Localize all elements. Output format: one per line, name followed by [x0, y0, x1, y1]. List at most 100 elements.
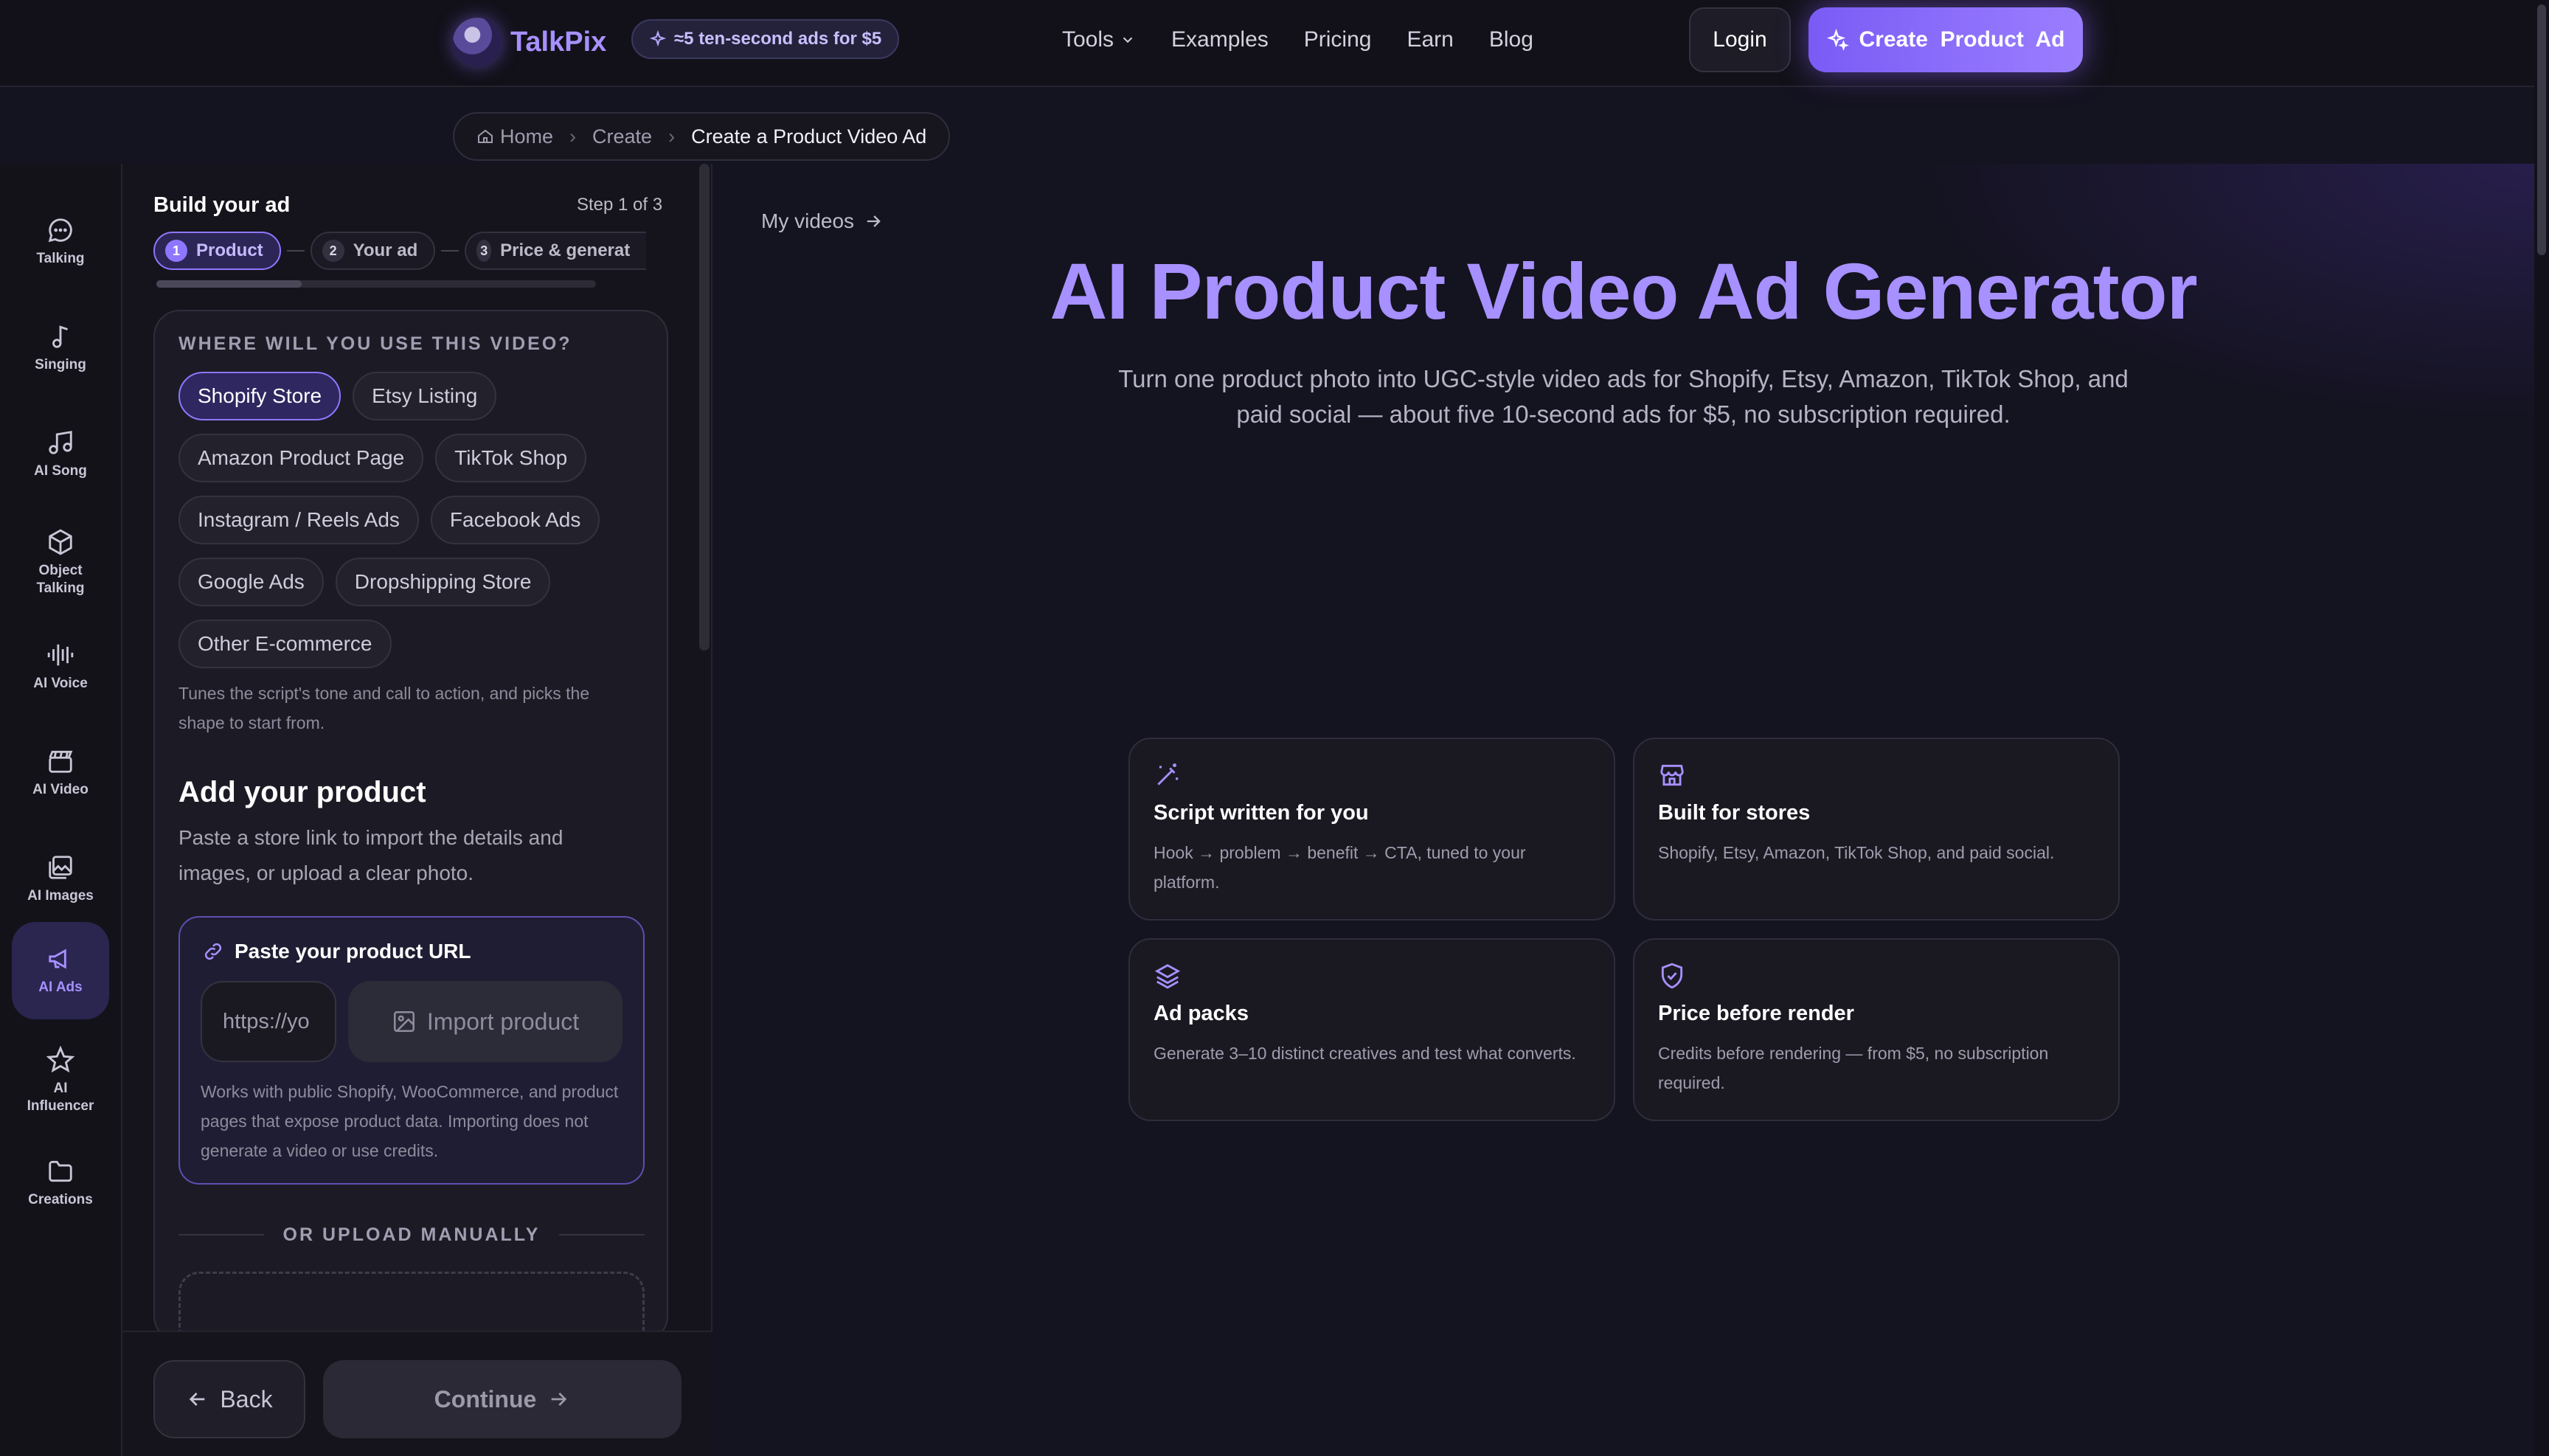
storefront-icon: [1660, 764, 1684, 786]
star-icon: [46, 1046, 74, 1073]
sidebar-item-object-talking[interactable]: Object Talking: [12, 507, 109, 618]
step-label: Your ad: [353, 240, 418, 260]
nav-link-examples[interactable]: Examples: [1171, 27, 1269, 52]
create-product-ad-label: Create Product Ad: [1859, 27, 2065, 52]
product-url-note: Works with public Shopify, WooCommerce, …: [201, 1082, 619, 1160]
nav-link-pricing[interactable]: Pricing: [1304, 27, 1372, 52]
or-upload-label: OR UPLOAD MANUALLY: [282, 1224, 541, 1245]
sidebar-item-label: AI Song: [34, 463, 87, 479]
step-connector: [286, 250, 305, 252]
feature-body: Shopify, Etsy, Amazon, TikTok Shop, and …: [1658, 843, 2055, 862]
chip-other-ecommerce[interactable]: Other E-commerce: [178, 620, 392, 668]
login-button[interactable]: Login: [1689, 7, 1791, 72]
stepper: 1 Product 2 Your ad 3 Price & generat: [153, 232, 647, 270]
breadcrumb-create[interactable]: Create: [592, 125, 652, 148]
builder-title: Build your ad: [153, 193, 291, 217]
cube-icon: [49, 529, 72, 555]
step-number: 2: [322, 240, 344, 262]
or-upload-divider: OR UPLOAD MANUALLY: [178, 1220, 645, 1249]
chip-google-ads[interactable]: Google Ads: [178, 558, 324, 606]
nav-link-label: Tools: [1062, 27, 1114, 52]
continue-label: Continue: [434, 1385, 537, 1412]
step-progress-bar: [156, 280, 596, 288]
sidebar-item-ai-influencer[interactable]: AI Influencer: [12, 1025, 109, 1136]
back-button[interactable]: Back: [153, 1360, 305, 1438]
builder-scrollbar-thumb[interactable]: [699, 164, 710, 651]
sidebar-item-ai-video[interactable]: AI Video: [12, 724, 109, 822]
top-navbar: TalkPix ≈5 ten-second ads for $5 Tools E…: [0, 0, 2549, 87]
create-product-ad-button[interactable]: Create Product Ad: [1808, 7, 2083, 72]
page-title: AI Product Video Ad Generator: [1050, 246, 2197, 336]
feature-title: Ad packs: [1154, 1002, 1249, 1025]
brand-name: TalkPix: [510, 26, 607, 58]
sidebar-item-talking[interactable]: Talking: [12, 193, 109, 291]
arrow-right-icon: [551, 1393, 567, 1406]
sidebar-item-label: Talking: [36, 251, 85, 267]
magic-wand-icon: [1157, 763, 1179, 786]
breadcrumb-separator: ›: [569, 125, 577, 148]
sidebar-item-label: AI Influencer: [27, 1081, 94, 1114]
product-url-box: Paste your product URL https://yo Import…: [178, 916, 645, 1185]
add-product-subtitle: Paste a store link to import the details…: [178, 826, 563, 884]
chat-bubble-icon: [48, 218, 72, 243]
shield-check-icon: [1661, 963, 1683, 989]
breadcrumb: Home › Create › Create a Product Video A…: [453, 112, 951, 161]
breadcrumb-home[interactable]: Home: [500, 125, 553, 148]
brand-logo[interactable]: TalkPix: [453, 18, 606, 66]
feature-card-price: Price before render Credits before rende…: [1633, 938, 2120, 1121]
builder-footer: Back Continue: [122, 1331, 712, 1456]
promo-badge[interactable]: ≈5 ten-second ads for $5: [631, 19, 900, 59]
platform-chips: Shopify Store Etsy Listing Amazon Produc…: [178, 372, 665, 682]
page-subtitle: Turn one product photo into UGC-style vi…: [1118, 365, 2129, 428]
sidebar-item-ai-song[interactable]: AI Song: [12, 406, 109, 503]
chip-shopify-store[interactable]: Shopify Store: [178, 372, 341, 420]
my-videos-label: My videos: [761, 209, 855, 232]
feature-card-script: Script written for you Hook → problem → …: [1128, 738, 1615, 921]
images-icon: [49, 856, 72, 879]
sparkle-icon: [649, 30, 667, 47]
music-notes-icon: [49, 431, 72, 454]
feature-title: Price before render: [1658, 1002, 1854, 1025]
feature-title: Script written for you: [1154, 801, 1369, 825]
my-videos-link[interactable]: My videos: [761, 209, 884, 233]
nav-link-tools[interactable]: Tools: [1062, 27, 1136, 52]
feature-card-stores: Built for stores Shopify, Etsy, Amazon, …: [1633, 738, 2120, 921]
step-label: Product: [196, 240, 263, 260]
tool-sidebar: Talking Singing AI Song Object Talking A…: [0, 164, 122, 1456]
link-icon: [204, 943, 222, 960]
step-price-generate[interactable]: 3 Price & generat: [465, 232, 647, 270]
step-label: Price & generat: [500, 240, 631, 260]
chip-instagram-reels-ads[interactable]: Instagram / Reels Ads: [178, 496, 419, 544]
import-product-button[interactable]: Import product: [348, 981, 622, 1062]
chip-amazon-product-page[interactable]: Amazon Product Page: [178, 434, 424, 482]
step-your-ad[interactable]: 2 Your ad: [310, 232, 436, 270]
nav-link-blog[interactable]: Blog: [1489, 27, 1533, 52]
product-url-title-text: Paste your product URL: [235, 940, 471, 963]
sidebar-item-label: AI Voice: [33, 676, 88, 692]
chip-tiktok-shop[interactable]: TikTok Shop: [435, 434, 587, 482]
breadcrumb-separator: ›: [668, 125, 676, 148]
step-number: 1: [165, 240, 187, 262]
step-product[interactable]: 1 Product: [153, 232, 281, 270]
chip-facebook-ads[interactable]: Facebook Ads: [430, 496, 600, 544]
product-url-input[interactable]: https://yo: [201, 981, 336, 1062]
sidebar-item-ai-ads[interactable]: AI Ads: [12, 922, 109, 1019]
feature-body: Generate 3–10 distinct creatives and tes…: [1154, 1044, 1576, 1063]
step-counter: Step 1 of 3: [577, 195, 663, 215]
chip-dropshipping-store[interactable]: Dropshipping Store: [335, 558, 551, 606]
add-product-title: Add your product: [178, 776, 426, 808]
page-scrollbar[interactable]: [2534, 0, 2549, 1456]
chip-etsy-listing[interactable]: Etsy Listing: [353, 372, 497, 420]
page-scrollbar-thumb[interactable]: [2537, 4, 2546, 255]
folder-icon: [49, 1161, 72, 1182]
sidebar-item-creations[interactable]: Creations: [12, 1134, 109, 1232]
product-url-title: Paste your product URL: [202, 940, 471, 963]
sidebar-item-ai-images[interactable]: AI Images: [12, 831, 109, 928]
import-product-label: Import product: [426, 1008, 580, 1035]
home-icon: [478, 129, 493, 143]
sidebar-item-singing[interactable]: Singing: [12, 299, 109, 397]
continue-button[interactable]: Continue: [323, 1360, 682, 1438]
music-note-icon: [52, 325, 68, 348]
nav-link-earn[interactable]: Earn: [1407, 27, 1453, 52]
sidebar-item-ai-voice[interactable]: AI Voice: [12, 618, 109, 715]
